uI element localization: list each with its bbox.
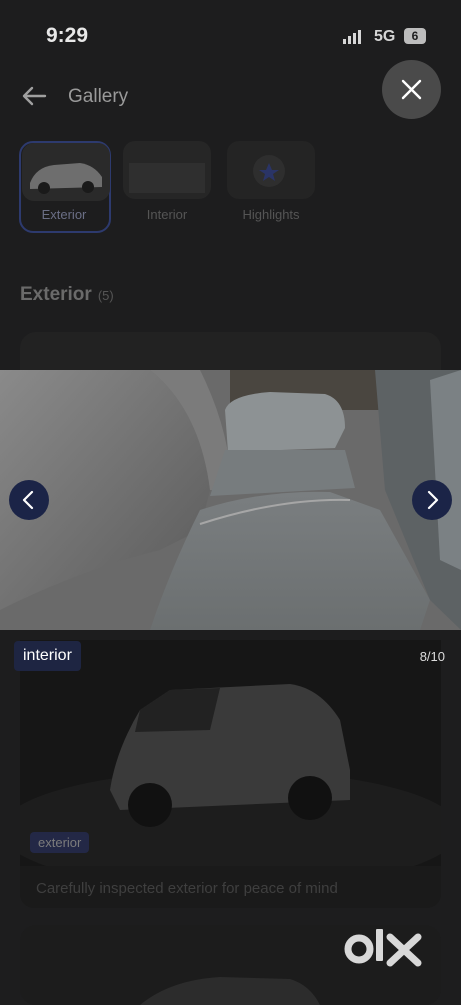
gallery-card[interactable]: [20, 332, 441, 372]
photo-tag: exterior: [30, 832, 90, 853]
section-title: Exterior: [20, 284, 92, 305]
highlights-thumbnail: [227, 141, 315, 199]
tab-label: Interior: [146, 207, 188, 222]
tab-label: Highlights: [242, 207, 300, 222]
tab-label: Exterior: [41, 207, 87, 222]
section-heading: Exterior (5): [20, 284, 114, 306]
page-title: Gallery: [68, 86, 129, 107]
arrow-left-icon[interactable]: [20, 84, 48, 108]
tab-exterior[interactable]: Exterior: [19, 141, 111, 233]
photo-caption: Carefully inspected exterior for peace o…: [36, 880, 338, 897]
tab-interior[interactable]: Interior: [123, 141, 211, 229]
network-label: 5G: [374, 28, 396, 45]
close-icon: [401, 79, 422, 100]
tab-highlights[interactable]: Highlights: [227, 141, 315, 229]
interior-thumbnail-image: [123, 141, 211, 199]
chevron-right-icon: [427, 490, 439, 510]
close-button[interactable]: [382, 60, 441, 119]
next-button[interactable]: [412, 480, 452, 520]
signal-icon: [343, 30, 361, 44]
interior-seat-image: [0, 370, 461, 630]
interior-thumbnail: [123, 141, 211, 199]
previous-button[interactable]: [9, 480, 49, 520]
category-badge: interior: [14, 641, 81, 671]
gallery-card[interactable]: exterior Carefully inspected exterior fo…: [20, 640, 441, 908]
status-bar: 9:29 5G 6: [0, 22, 461, 52]
section-count: (5): [97, 288, 114, 303]
chevron-left-icon: [22, 490, 34, 510]
battery-icon: 6: [404, 28, 426, 44]
viewer-photo[interactable]: [0, 370, 461, 630]
olx-logo: [344, 929, 422, 967]
exterior-thumbnail: [22, 143, 110, 201]
image-counter: 8/10: [419, 649, 445, 664]
highlights-thumbnail-image: [227, 141, 315, 199]
status-time: 9:29: [46, 24, 89, 47]
car-thumbnail-image: [22, 143, 110, 201]
